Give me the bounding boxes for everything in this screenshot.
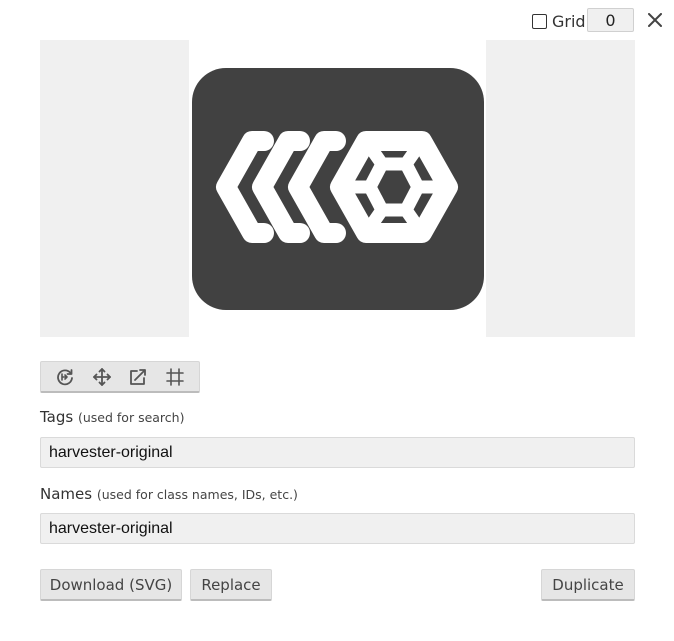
resize-icon [130,368,147,385]
preview-right-margin [486,40,635,337]
tags-label-text: Tags [40,408,74,426]
close-button[interactable] [644,9,666,31]
close-icon [648,13,662,27]
crop-grid-icon [165,367,184,386]
names-hint: (used for class names, IDs, etc.) [96,487,298,502]
replace-button[interactable]: Replace [190,569,272,601]
tags-hint: (used for search) [78,410,185,425]
grid-crop-button[interactable] [161,364,189,390]
icon-editor-dialog: Grid 0 Tags (used for search) harvester-… [0,0,674,641]
preview-left-margin [40,40,189,337]
grid-checkbox[interactable] [532,13,547,29]
duplicate-button[interactable]: Duplicate [541,569,635,601]
move-button[interactable] [88,364,116,390]
resize-button[interactable] [124,364,152,390]
names-label: Names (used for class names, IDs, etc.) [40,485,298,503]
download-svg-button[interactable]: Download (SVG) [40,569,182,601]
transform-toolbar [40,361,200,393]
rotate-icon [57,368,74,385]
names-input[interactable] [40,513,635,544]
grid-toggle[interactable]: Grid [532,10,586,32]
harvester-icon [192,68,484,310]
grid-label: Grid [552,11,586,31]
icon-preview [40,40,635,337]
tags-input[interactable] [40,437,635,468]
grid-size-input[interactable] [587,8,634,32]
move-icon [92,367,111,386]
rotate-button[interactable] [51,364,79,390]
names-label-text: Names [40,485,93,503]
tags-label: Tags (used for search) [40,408,184,426]
